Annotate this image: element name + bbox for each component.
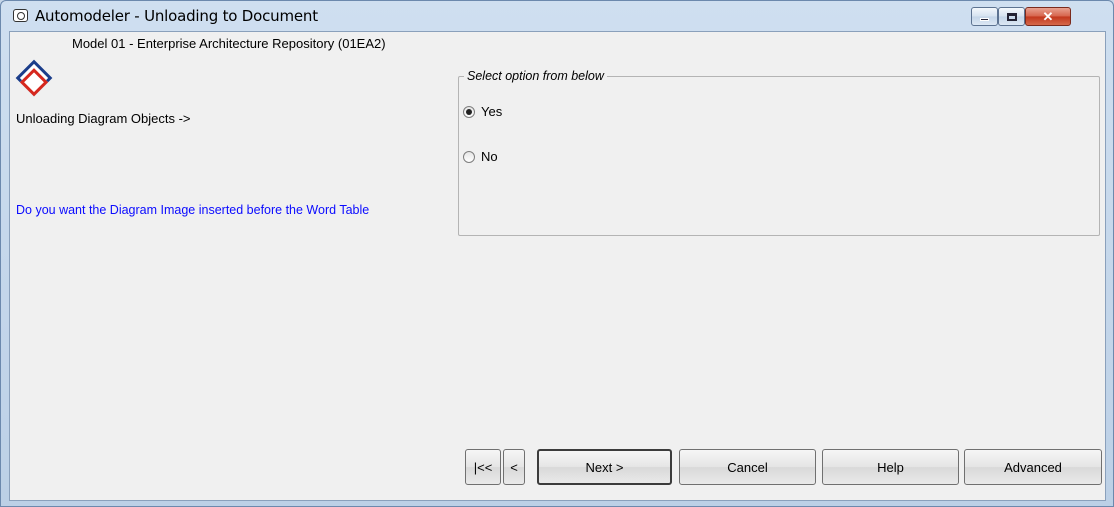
cancel-button[interactable]: Cancel: [679, 449, 816, 485]
close-icon: ✕: [1042, 8, 1054, 24]
maximize-icon: [1006, 12, 1017, 21]
automodeler-logo-icon: [15, 59, 53, 97]
options-groupbox: Select option from below Yes No: [458, 69, 1100, 236]
step-label: Unloading Diagram Objects ->: [16, 111, 191, 126]
advanced-button[interactable]: Advanced: [964, 449, 1102, 485]
automodeler-window: Automodeler - Unloading to Document ✕ Mo…: [0, 0, 1114, 507]
radio-no[interactable]: [463, 150, 475, 163]
app-icon[interactable]: [13, 9, 28, 22]
previous-button[interactable]: <: [503, 449, 525, 485]
options-legend: Select option from below: [464, 69, 607, 83]
maximize-button[interactable]: [998, 7, 1025, 26]
model-name: Model 01 - Enterprise Architecture Repos…: [72, 36, 386, 51]
option-yes-label: Yes: [481, 104, 503, 119]
title-bar[interactable]: Automodeler - Unloading to Document ✕: [1, 1, 1113, 31]
minimize-button[interactable]: [971, 7, 998, 26]
minimize-icon: [980, 18, 989, 21]
wizard-body: Model 01 - Enterprise Architecture Repos…: [9, 31, 1106, 501]
option-no-label: No: [481, 149, 498, 164]
option-yes[interactable]: Yes: [463, 104, 502, 119]
next-button[interactable]: Next >: [537, 449, 672, 485]
first-button[interactable]: |<<: [465, 449, 501, 485]
window-title: Automodeler - Unloading to Document: [35, 7, 318, 25]
radio-yes[interactable]: [463, 105, 475, 118]
help-button[interactable]: Help: [822, 449, 959, 485]
close-button[interactable]: ✕: [1025, 7, 1071, 26]
option-no[interactable]: No: [463, 149, 498, 164]
question-text: Do you want the Diagram Image inserted b…: [16, 203, 370, 217]
